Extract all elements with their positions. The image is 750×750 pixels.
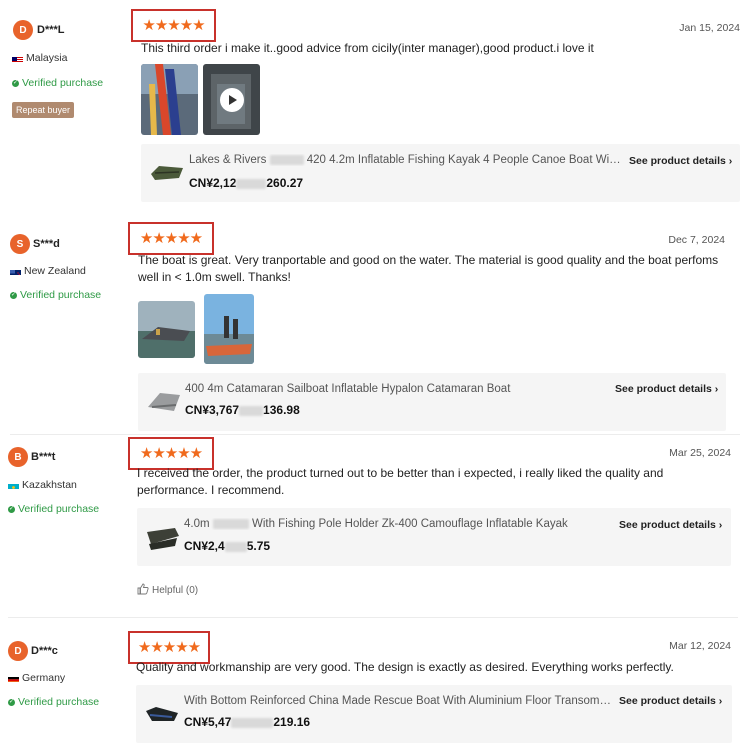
- product-price: CN¥2,4 5.75: [184, 539, 271, 553]
- review-date: Jan 15, 2024: [679, 22, 740, 34]
- rating-stars: ★★★★★: [139, 445, 203, 462]
- rating-stars: ★★★★★: [142, 17, 205, 34]
- product-name[interactable]: With Bottom Reinforced China Made Rescue…: [184, 695, 612, 707]
- helpful-button[interactable]: Helpful (0): [137, 583, 198, 598]
- reviewer-name: B***t: [31, 451, 56, 463]
- chevron-right-icon: ›: [728, 155, 733, 167]
- review-4: D D***c Germany ✓ Verified purchase ★★★★…: [0, 625, 750, 750]
- redacted-text: [224, 541, 247, 552]
- rating-stars-highlight: ★★★★★: [131, 9, 216, 42]
- reviewer-country: Malaysia: [12, 52, 67, 64]
- review-text: The boat is great. Very tranportable and…: [138, 253, 719, 284]
- review-photo[interactable]: [204, 294, 254, 364]
- see-product-details-link[interactable]: See product details ›: [619, 519, 722, 531]
- flag-malaysia-icon: [12, 55, 23, 62]
- chevron-right-icon: ›: [714, 383, 719, 395]
- repeat-buyer-badge: Repeat buyer: [12, 102, 75, 118]
- product-card[interactable]: 4.0m With Fishing Pole Holder Zk-400 Cam…: [137, 508, 731, 566]
- product-name[interactable]: Lakes & Rivers 420 4.2m Inflatable Fishi…: [189, 154, 621, 166]
- rating-stars: ★★★★★: [139, 230, 203, 247]
- reviewer-name: D***L: [37, 24, 65, 36]
- flag-kazakhstan-icon: [8, 482, 19, 489]
- review-photo[interactable]: [141, 64, 198, 135]
- review-3: B B***t Kazakhstan ✓ Verified purchase ★…: [0, 435, 750, 625]
- see-product-details-link[interactable]: See product details ›: [629, 155, 732, 167]
- verified-purchase: ✓ Verified purchase: [8, 696, 100, 708]
- product-thumbnail: [144, 697, 180, 729]
- product-thumbnail: [146, 385, 182, 417]
- product-thumbnail: [149, 156, 185, 188]
- review-text: This third order i make it..good advice …: [141, 41, 594, 55]
- redacted-text: [212, 518, 249, 529]
- thumbs-up-icon: [137, 583, 149, 598]
- flag-germany-icon: [8, 675, 19, 682]
- redacted-text: [231, 717, 274, 728]
- see-product-details-link[interactable]: See product details ›: [619, 695, 722, 707]
- flag-new-zealand-icon: [10, 268, 21, 275]
- review-date: Mar 25, 2024: [669, 447, 731, 459]
- play-icon[interactable]: [219, 87, 244, 112]
- review-photo[interactable]: [138, 301, 195, 358]
- chevron-right-icon: ›: [718, 519, 723, 531]
- review-text: I received the order, the product turned…: [137, 466, 664, 497]
- reviewer-country: Germany: [8, 672, 65, 684]
- product-card[interactable]: 400 4m Catamaran Sailboat Inflatable Hyp…: [138, 373, 726, 431]
- review-text: Quality and workmanship are very good. T…: [136, 660, 674, 674]
- review-date: Mar 12, 2024: [669, 640, 731, 652]
- check-icon: ✓: [8, 505, 15, 513]
- review-1: D D***L Malaysia ✓ Verified purchase Rep…: [0, 0, 750, 210]
- avatar: B: [8, 447, 28, 467]
- reviewer-name: D***c: [31, 645, 58, 657]
- redacted-text: [236, 178, 267, 189]
- reviewer-country: Kazakhstan: [8, 479, 77, 491]
- product-name[interactable]: 400 4m Catamaran Sailboat Inflatable Hyp…: [185, 383, 605, 395]
- review-date: Dec 7, 2024: [668, 234, 725, 246]
- rating-stars-highlight: ★★★★★: [128, 222, 214, 255]
- check-icon: ✓: [10, 291, 17, 299]
- review-video[interactable]: [203, 64, 260, 135]
- divider: [8, 617, 738, 618]
- reviewer-name: S***d: [33, 238, 60, 250]
- avatar: D: [13, 20, 33, 40]
- avatar: D: [8, 641, 28, 661]
- verified-purchase: ✓ Verified purchase: [10, 289, 102, 301]
- product-name[interactable]: 4.0m With Fishing Pole Holder Zk-400 Cam…: [184, 518, 604, 530]
- product-card[interactable]: Lakes & Rivers 420 4.2m Inflatable Fishi…: [141, 144, 740, 202]
- avatar: S: [10, 234, 30, 254]
- product-price: CN¥3,767 136.98: [185, 403, 300, 417]
- product-thumbnail: [145, 520, 181, 552]
- redacted-text: [239, 405, 264, 416]
- check-icon: ✓: [8, 698, 15, 706]
- see-product-details-link[interactable]: See product details ›: [615, 383, 718, 395]
- redacted-text: [269, 154, 304, 165]
- product-price: CN¥2,12 260.27: [189, 176, 304, 190]
- chevron-right-icon: ›: [718, 695, 723, 707]
- review-2: S S***d New Zealand ✓ Verified purchase …: [0, 210, 750, 435]
- verified-purchase: ✓ Verified purchase: [12, 77, 104, 89]
- reviewer-country: New Zealand: [10, 265, 86, 277]
- rating-stars: ★★★★★: [137, 639, 201, 656]
- verified-purchase: ✓ Verified purchase: [8, 503, 100, 515]
- check-icon: ✓: [12, 79, 19, 87]
- product-price: CN¥5,47 219.16: [184, 715, 311, 729]
- product-card[interactable]: With Bottom Reinforced China Made Rescue…: [136, 685, 732, 743]
